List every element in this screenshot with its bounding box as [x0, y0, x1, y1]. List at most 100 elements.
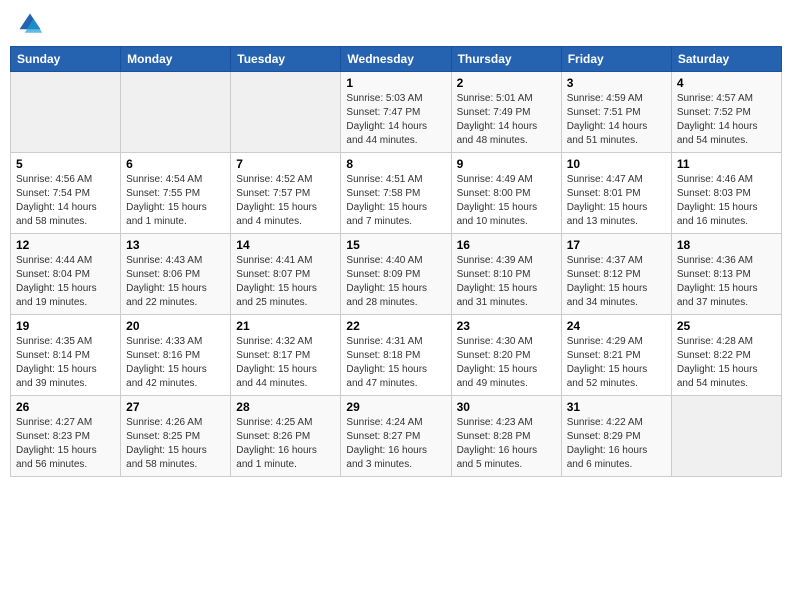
- day-number: 10: [567, 157, 666, 171]
- day-info: Sunrise: 4:51 AM Sunset: 7:58 PM Dayligh…: [346, 173, 445, 229]
- page-header: [10, 10, 782, 38]
- logo-icon: [16, 10, 44, 38]
- day-number: 16: [457, 238, 556, 252]
- day-info: Sunrise: 4:36 AM Sunset: 8:13 PM Dayligh…: [677, 254, 776, 310]
- calendar-cell: 10 Sunrise: 4:47 AM Sunset: 8:01 PM Dayli…: [561, 153, 671, 234]
- day-number: 21: [236, 319, 335, 333]
- calendar-week-row: 12 Sunrise: 4:44 AM Sunset: 8:04 PM Dayli…: [11, 234, 782, 315]
- calendar-cell: 28Sunrise: 4:25 AM Sunset: 8:26 PM Dayli…: [231, 396, 341, 477]
- day-number: 3: [567, 76, 666, 90]
- day-number: 27: [126, 400, 225, 414]
- calendar-cell: 31Sunrise: 4:22 AM Sunset: 8:29 PM Dayli…: [561, 396, 671, 477]
- day-info: Sunrise: 4:59 AM Sunset: 7:51 PM Dayligh…: [567, 92, 666, 148]
- day-info: Sunrise: 4:32 AM Sunset: 8:17 PM Dayligh…: [236, 335, 335, 391]
- day-number: 5: [16, 157, 115, 171]
- calendar-week-row: 19 Sunrise: 4:35 AM Sunset: 8:14 PM Dayli…: [11, 315, 782, 396]
- day-number: 4: [677, 76, 776, 90]
- day-info: Sunrise: 4:27 AM Sunset: 8:23 PM Dayligh…: [16, 416, 115, 472]
- day-number: 6: [126, 157, 225, 171]
- calendar-week-row: 1 Sunrise: 5:03 AM Sunset: 7:47 PM Daylig…: [11, 72, 782, 153]
- calendar-cell: 14Sunrise: 4:41 AM Sunset: 8:07 PM Dayli…: [231, 234, 341, 315]
- day-number: 15: [346, 238, 445, 252]
- day-info: Sunrise: 4:31 AM Sunset: 8:18 PM Dayligh…: [346, 335, 445, 391]
- day-number: 18: [677, 238, 776, 252]
- day-info: Sunrise: 4:46 AM Sunset: 8:03 PM Dayligh…: [677, 173, 776, 229]
- day-number: 8: [346, 157, 445, 171]
- calendar-week-row: 26 Sunrise: 4:27 AM Sunset: 8:23 PM Dayli…: [11, 396, 782, 477]
- calendar-cell: 12 Sunrise: 4:44 AM Sunset: 8:04 PM Dayli…: [11, 234, 121, 315]
- day-info: Sunrise: 4:26 AM Sunset: 8:25 PM Dayligh…: [126, 416, 225, 472]
- day-info: Sunrise: 4:33 AM Sunset: 8:16 PM Dayligh…: [126, 335, 225, 391]
- calendar-cell: 22 Sunrise: 4:31 AM Sunset: 8:18 PM Dayli…: [341, 315, 451, 396]
- calendar-cell: 13 Sunrise: 4:43 AM Sunset: 8:06 PM Dayli…: [121, 234, 231, 315]
- day-number: 22: [346, 319, 445, 333]
- calendar-cell: 20 Sunrise: 4:33 AM Sunset: 8:16 PM Dayli…: [121, 315, 231, 396]
- calendar-cell: 18 Sunrise: 4:36 AM Sunset: 8:13 PM Dayli…: [671, 234, 781, 315]
- calendar-cell: 1 Sunrise: 5:03 AM Sunset: 7:47 PM Daylig…: [341, 72, 451, 153]
- calendar-header-row: SundayMondayTuesdayWednesdayThursdayFrid…: [11, 47, 782, 72]
- day-of-week-header: Sunday: [11, 47, 121, 72]
- day-number: 19: [16, 319, 115, 333]
- calendar-cell: 26 Sunrise: 4:27 AM Sunset: 8:23 PM Dayli…: [11, 396, 121, 477]
- day-number: 30: [457, 400, 556, 414]
- calendar-cell: 5 Sunrise: 4:56 AM Sunset: 7:54 PM Daylig…: [11, 153, 121, 234]
- day-info: Sunrise: 4:25 AM Sunset: 8:26 PM Dayligh…: [236, 416, 335, 472]
- day-number: 17: [567, 238, 666, 252]
- day-info: Sunrise: 4:28 AM Sunset: 8:22 PM Dayligh…: [677, 335, 776, 391]
- calendar-cell: [231, 72, 341, 153]
- day-info: Sunrise: 4:57 AM Sunset: 7:52 PM Dayligh…: [677, 92, 776, 148]
- day-info: Sunrise: 4:35 AM Sunset: 8:14 PM Dayligh…: [16, 335, 115, 391]
- day-number: 7: [236, 157, 335, 171]
- day-info: Sunrise: 4:43 AM Sunset: 8:06 PM Dayligh…: [126, 254, 225, 310]
- calendar-cell: 3 Sunrise: 4:59 AM Sunset: 7:51 PM Daylig…: [561, 72, 671, 153]
- day-info: Sunrise: 4:54 AM Sunset: 7:55 PM Dayligh…: [126, 173, 225, 229]
- logo: [14, 10, 44, 38]
- day-number: 12: [16, 238, 115, 252]
- day-number: 1: [346, 76, 445, 90]
- day-number: 26: [16, 400, 115, 414]
- day-info: Sunrise: 4:37 AM Sunset: 8:12 PM Dayligh…: [567, 254, 666, 310]
- day-number: 23: [457, 319, 556, 333]
- day-info: Sunrise: 4:22 AM Sunset: 8:29 PM Dayligh…: [567, 416, 666, 472]
- calendar-cell: 19 Sunrise: 4:35 AM Sunset: 8:14 PM Dayli…: [11, 315, 121, 396]
- day-info: Sunrise: 4:24 AM Sunset: 8:27 PM Dayligh…: [346, 416, 445, 472]
- calendar-cell: 11 Sunrise: 4:46 AM Sunset: 8:03 PM Dayli…: [671, 153, 781, 234]
- day-of-week-header: Tuesday: [231, 47, 341, 72]
- day-of-week-header: Monday: [121, 47, 231, 72]
- calendar-cell: [671, 396, 781, 477]
- day-of-week-header: Wednesday: [341, 47, 451, 72]
- calendar-cell: 4 Sunrise: 4:57 AM Sunset: 7:52 PM Daylig…: [671, 72, 781, 153]
- calendar-cell: 2Sunrise: 5:01 AM Sunset: 7:49 PM Daylig…: [451, 72, 561, 153]
- day-number: 24: [567, 319, 666, 333]
- calendar-cell: 30 Sunrise: 4:23 AM Sunset: 8:28 PM Dayli…: [451, 396, 561, 477]
- day-info: Sunrise: 4:30 AM Sunset: 8:20 PM Dayligh…: [457, 335, 556, 391]
- day-info: Sunrise: 4:56 AM Sunset: 7:54 PM Dayligh…: [16, 173, 115, 229]
- day-info: Sunrise: 4:44 AM Sunset: 8:04 PM Dayligh…: [16, 254, 115, 310]
- day-number: 2: [457, 76, 556, 90]
- calendar-cell: 9Sunrise: 4:49 AM Sunset: 8:00 PM Daylig…: [451, 153, 561, 234]
- calendar-cell: 21 Sunrise: 4:32 AM Sunset: 8:17 PM Dayli…: [231, 315, 341, 396]
- day-of-week-header: Thursday: [451, 47, 561, 72]
- calendar-cell: 16Sunrise: 4:39 AM Sunset: 8:10 PM Dayli…: [451, 234, 561, 315]
- calendar-cell: 29 Sunrise: 4:24 AM Sunset: 8:27 PM Dayli…: [341, 396, 451, 477]
- calendar-table: SundayMondayTuesdayWednesdayThursdayFrid…: [10, 46, 782, 477]
- day-info: Sunrise: 4:23 AM Sunset: 8:28 PM Dayligh…: [457, 416, 556, 472]
- day-number: 14: [236, 238, 335, 252]
- calendar-cell: 15Sunrise: 4:40 AM Sunset: 8:09 PM Dayli…: [341, 234, 451, 315]
- day-number: 13: [126, 238, 225, 252]
- day-number: 29: [346, 400, 445, 414]
- calendar-cell: [11, 72, 121, 153]
- day-info: Sunrise: 5:03 AM Sunset: 7:47 PM Dayligh…: [346, 92, 445, 148]
- day-info: Sunrise: 4:47 AM Sunset: 8:01 PM Dayligh…: [567, 173, 666, 229]
- calendar-cell: 25Sunrise: 4:28 AM Sunset: 8:22 PM Dayli…: [671, 315, 781, 396]
- calendar-cell: 24 Sunrise: 4:29 AM Sunset: 8:21 PM Dayli…: [561, 315, 671, 396]
- calendar-cell: 7Sunrise: 4:52 AM Sunset: 7:57 PM Daylig…: [231, 153, 341, 234]
- day-number: 20: [126, 319, 225, 333]
- calendar-cell: 17 Sunrise: 4:37 AM Sunset: 8:12 PM Dayli…: [561, 234, 671, 315]
- day-of-week-header: Friday: [561, 47, 671, 72]
- calendar-cell: 27 Sunrise: 4:26 AM Sunset: 8:25 PM Dayli…: [121, 396, 231, 477]
- calendar-cell: 23 Sunrise: 4:30 AM Sunset: 8:20 PM Dayli…: [451, 315, 561, 396]
- day-info: Sunrise: 4:29 AM Sunset: 8:21 PM Dayligh…: [567, 335, 666, 391]
- day-number: 11: [677, 157, 776, 171]
- calendar-week-row: 5 Sunrise: 4:56 AM Sunset: 7:54 PM Daylig…: [11, 153, 782, 234]
